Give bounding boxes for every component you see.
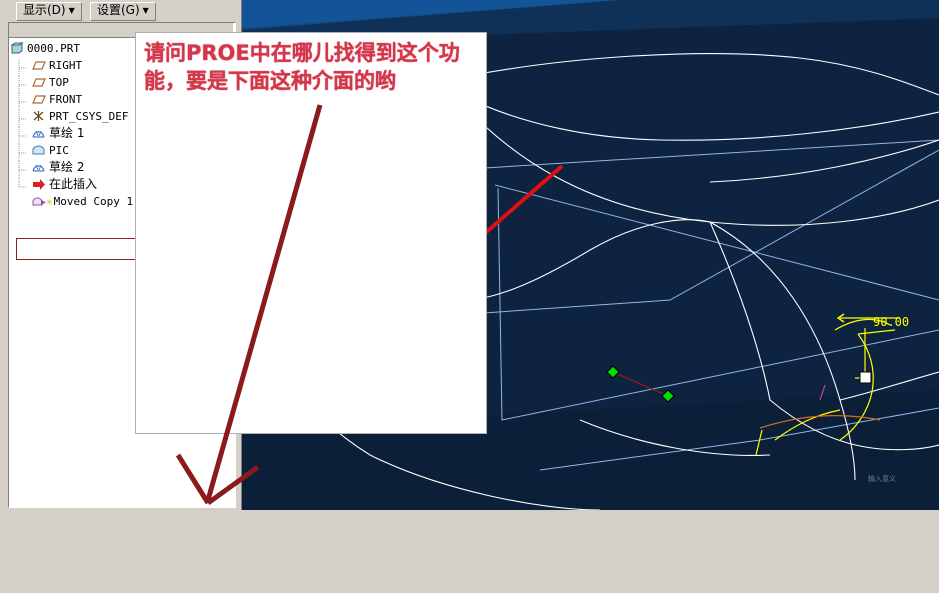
display-menu-label: 显示(D): [23, 3, 66, 17]
feature-dashboard: 参照 变换 选项 属性 90.00: [0, 510, 939, 593]
tree-item-label: RIGHT: [49, 59, 83, 72]
tree-branch-line: [18, 110, 32, 127]
tree-branch-line: [18, 59, 32, 76]
settings-menu-button[interactable]: 设置(G) ▼: [90, 2, 156, 21]
display-menu-button[interactable]: 显示(D) ▼: [16, 2, 82, 21]
tree-item-label: TOP: [49, 76, 69, 89]
chevron-down-icon: ▼: [142, 6, 149, 15]
annotation-note-box: 请问PROE中在哪儿找得到这个功能，要是下面这种介面的哟: [135, 32, 487, 434]
insert-here-icon: [32, 178, 46, 191]
moved-copy-icon: [32, 195, 46, 208]
datum-plane-icon: [32, 93, 46, 106]
csys-icon: [32, 110, 46, 123]
settings-menu-label: 设置(G): [97, 3, 140, 17]
datum-plane-icon: [32, 76, 46, 89]
moved-copy-selection-box: [16, 238, 150, 260]
drag-handle: [859, 371, 872, 384]
viewport-faint-label: 输入意义: [868, 474, 896, 483]
sketch-icon: [32, 127, 46, 140]
tree-item-label: FRONT: [49, 93, 83, 106]
sketch-icon: [32, 161, 46, 174]
tree-branch-line: [18, 195, 32, 208]
tree-item-label: Moved Copy 1: [53, 195, 134, 208]
tree-toolbar: 显示(D) ▼ 设置(G) ▼: [0, 0, 241, 21]
tree-item-label: 草绘 2: [49, 160, 85, 174]
tree-branch-line: [18, 144, 32, 161]
part-icon: [10, 42, 24, 55]
tree-branch-line: [18, 178, 32, 191]
tree-branch-line: [18, 76, 32, 93]
tree-branch-line: [18, 127, 32, 144]
tree-item-label: 0000.PRT: [27, 42, 80, 55]
proe-window: 90.00 输入意义 显示(D) ▼ 设置(G) ▼ 0000.PRT RIGH…: [0, 0, 939, 593]
annotation-note-text: 请问PROE中在哪儿找得到这个功能，要是下面这种介面的哟: [144, 41, 460, 93]
datum-plane-icon: [32, 59, 46, 72]
tree-item-label: 在此插入: [49, 177, 98, 191]
angle-dimension-label: 90.00: [873, 315, 909, 329]
tree-item-label: 草绘 1: [49, 126, 85, 140]
tree-branch-line: [18, 93, 32, 110]
tree-item-label: PRT_CSYS_DEF: [49, 110, 129, 123]
chevron-down-icon: ▼: [68, 6, 75, 15]
surface-icon: [32, 144, 46, 157]
tree-branch-line: [18, 161, 32, 178]
tree-item-label: PIC: [49, 144, 69, 157]
